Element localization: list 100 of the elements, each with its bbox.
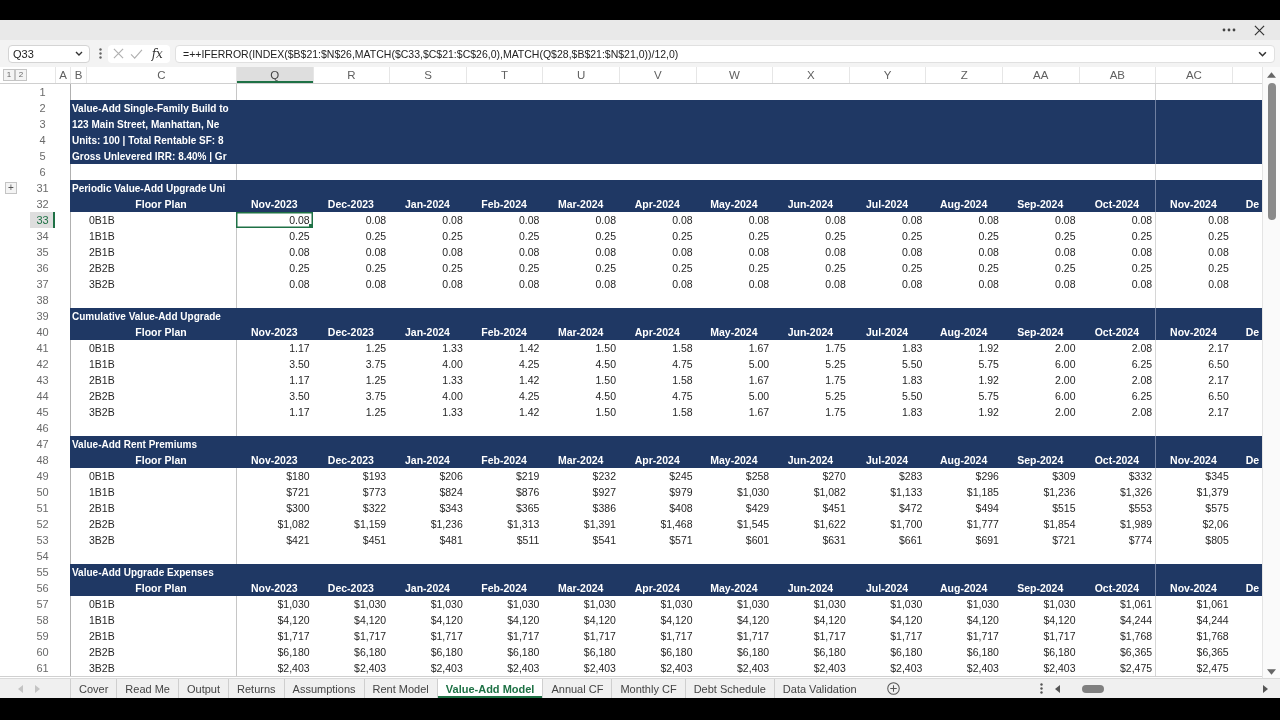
table-cell-text: $1,030 — [812, 597, 847, 612]
table-cell-text: 4.25 — [517, 357, 541, 372]
column-header[interactable]: AA — [1001, 67, 1079, 83]
expand-group-button[interactable]: + — [5, 182, 17, 194]
table-cell-text: 0.25 — [441, 229, 464, 244]
down-arrow-icon[interactable] — [1267, 669, 1276, 675]
vertical-dots-icon[interactable] — [1040, 683, 1043, 694]
column-header[interactable]: Z — [925, 67, 1002, 83]
table-cell-text: $180 — [285, 469, 311, 484]
row-header[interactable]: 60 — [30, 644, 55, 660]
table-cell-text: $472 — [898, 501, 924, 516]
row-header[interactable]: 58 — [30, 612, 55, 628]
month-header: Apr-2024 — [633, 197, 681, 212]
row-header[interactable]: 53 — [30, 532, 55, 548]
month-header: Dec-2023 — [326, 453, 375, 468]
row-header[interactable]: 6 — [30, 164, 55, 180]
row-header[interactable]: 43 — [30, 372, 55, 388]
formula-field[interactable]: =++IFERROR(INDEX($B$21:$N$26,MATCH($C33,$C$21:$C$26,0),MATCH(Q$28,$B$21:$N$21,0))/12,0) — [175, 44, 1275, 63]
close-icon[interactable] — [1254, 24, 1265, 36]
column-header[interactable]: U — [542, 67, 619, 83]
row-header[interactable]: 46 — [30, 420, 55, 436]
up-arrow-icon[interactable] — [1267, 72, 1276, 78]
table-cell-text: $1,030 — [736, 597, 771, 612]
row-header[interactable]: 52 — [30, 516, 55, 532]
row-header[interactable]: 48 — [30, 452, 55, 468]
plus-circle-icon[interactable] — [886, 682, 900, 695]
table-cell-text: $6,365 — [1119, 645, 1154, 660]
check-icon[interactable] — [130, 48, 144, 59]
outline-level-button[interactable]: 1 — [3, 69, 15, 81]
column-header[interactable]: B — [70, 67, 86, 83]
table-cell-text: $541 — [591, 533, 617, 548]
row-header[interactable]: 2 — [30, 100, 55, 116]
row-header[interactable]: 61 — [30, 660, 55, 676]
column-header[interactable]: AB — [1078, 67, 1156, 83]
row-header[interactable]: 51 — [30, 500, 55, 516]
row-header[interactable]: 1 — [30, 84, 55, 100]
column-header[interactable]: Q — [236, 67, 313, 83]
row-header[interactable]: 35 — [30, 244, 55, 260]
row-header[interactable]: 50 — [30, 484, 55, 500]
table-cell-text: 0.08 — [441, 213, 464, 228]
row-header[interactable]: 54 — [30, 548, 55, 564]
row-header[interactable]: 36 — [30, 260, 55, 276]
table-cell-text: $6,180 — [353, 645, 388, 660]
column-header[interactable]: Y — [848, 67, 926, 83]
table-cell-text: $6,180 — [659, 645, 694, 660]
column-header[interactable]: R — [312, 67, 390, 83]
right-arrow-icon[interactable] — [1263, 684, 1268, 693]
row-header[interactable]: 57 — [30, 596, 55, 612]
row-header[interactable]: 34 — [30, 228, 55, 244]
table-cell-text: $481 — [438, 533, 464, 548]
row-header[interactable]: 39 — [30, 308, 55, 324]
row-header[interactable]: 3 — [30, 116, 55, 132]
row-header[interactable]: 38 — [30, 292, 55, 308]
column-header[interactable]: AC — [1155, 67, 1232, 83]
more-icon[interactable] — [1222, 28, 1236, 32]
name-box[interactable]: Q33 — [8, 44, 90, 63]
column-header[interactable]: X — [772, 67, 849, 83]
table-cell-text: 1.92 — [977, 341, 1000, 356]
table-cell-text: 4.75 — [671, 389, 694, 404]
row-header[interactable]: 44 — [30, 388, 55, 404]
table-cell-text: $4,120 — [812, 613, 847, 628]
row-header[interactable]: 37 — [30, 276, 55, 292]
outline-level-button[interactable]: 2 — [15, 69, 27, 81]
row-header[interactable]: 31 — [30, 180, 55, 196]
row-header[interactable]: 33 — [30, 212, 55, 228]
row-header[interactable]: 41 — [30, 340, 55, 356]
table-cell-text: $1,717 — [506, 629, 541, 644]
column-header[interactable]: T — [465, 67, 543, 83]
table-cell-text: 6.00 — [1054, 357, 1077, 372]
row-header[interactable]: 56 — [30, 580, 55, 596]
column-header[interactable]: S — [389, 67, 466, 83]
row-header[interactable]: 32 — [30, 196, 55, 212]
insert-function-button[interactable]: fx — [149, 45, 165, 62]
table-cell-text: 4.50 — [594, 389, 617, 404]
table-cell-text: $571 — [668, 533, 694, 548]
row-header[interactable]: 5 — [30, 148, 55, 164]
sheet-tab[interactable]: Value-Add Model — [436, 679, 543, 698]
row-header[interactable]: 55 — [30, 564, 55, 580]
table-cell-text: $300 — [285, 501, 311, 516]
table-cell-text: 6.00 — [1054, 389, 1077, 404]
row-header[interactable]: 42 — [30, 356, 55, 372]
row-header[interactable]: 4 — [30, 132, 55, 148]
row-header[interactable]: 47 — [30, 436, 55, 452]
table-cell-text: $4,244 — [1119, 613, 1154, 628]
row-header[interactable]: 59 — [30, 628, 55, 644]
month-header: Feb-2024 — [480, 453, 528, 468]
column-header[interactable]: W — [695, 67, 773, 83]
table-cell-text: $2,475 — [1119, 661, 1154, 676]
table-cell-text: $2,475 — [1195, 661, 1230, 676]
column-header[interactable]: A — [55, 67, 70, 83]
row-header[interactable]: 49 — [30, 468, 55, 484]
left-arrow-icon[interactable] — [1055, 684, 1060, 693]
row-header[interactable]: 40 — [30, 324, 55, 340]
row-header[interactable]: 45 — [30, 404, 55, 420]
scrollbar-thumb[interactable] — [1267, 83, 1276, 220]
table-cell-text: 0.08 — [364, 277, 388, 292]
caret-icon[interactable] — [1258, 50, 1267, 57]
column-header[interactable]: V — [618, 67, 696, 83]
scrollbar-thumb[interactable] — [1082, 684, 1104, 693]
vertical-dots-icon[interactable] — [99, 48, 102, 59]
